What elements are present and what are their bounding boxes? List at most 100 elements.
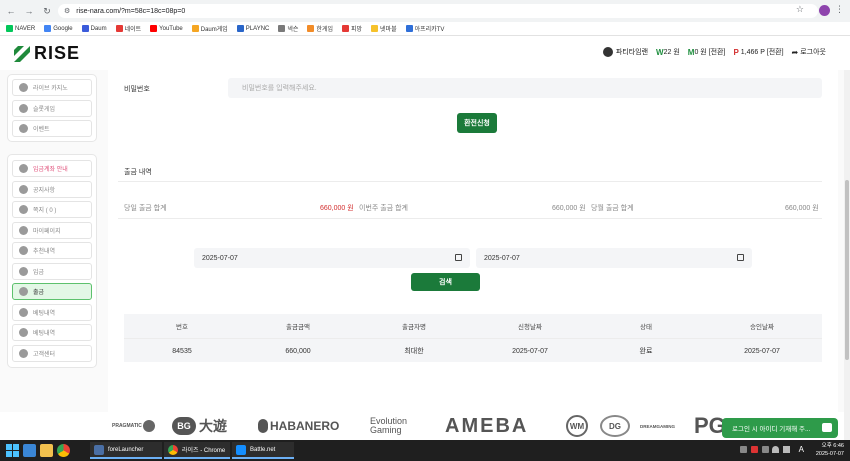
user-info: 파티타임랜 W 22 원 M 0 원 [전환] P 1,466 P [전환] ➦…	[595, 47, 826, 57]
search-label: 검색	[439, 279, 452, 286]
address-bar[interactable]: ⚙ rise-nara.com/?m=58c=18c=08p=0	[58, 4, 818, 18]
bookmark-item[interactable]: NAVER	[6, 25, 35, 32]
bookmark-item[interactable]: 넥슨	[278, 24, 298, 33]
sidebar-item[interactable]: 고객센터	[12, 344, 92, 362]
folder-icon[interactable]	[40, 444, 53, 457]
back-icon[interactable]: ←	[4, 4, 18, 18]
site-logo[interactable]: RISE	[14, 43, 80, 64]
table-row: 84535 660,000 최대한 2025-07-07 완료 2025-07-07	[124, 338, 822, 362]
bookmark-item[interactable]: 피망	[341, 24, 362, 33]
m-value: 0 원 [전환]	[694, 49, 726, 56]
withdraw-request-label: 환전신청	[464, 120, 490, 127]
logout-icon: ➦	[791, 47, 799, 57]
logout-label: 로그아웃	[800, 49, 826, 56]
sidebar-item[interactable]: 베팅내역	[12, 303, 92, 321]
bookmark-item[interactable]: Daum게임	[191, 24, 228, 33]
provider-logo-habanero: HABANERO	[258, 414, 339, 438]
menu-icon	[19, 328, 28, 337]
sidebar-item[interactable]: 입금	[12, 262, 92, 280]
calendar-icon[interactable]	[737, 254, 744, 261]
bookmark-item[interactable]: 한게임	[307, 24, 333, 33]
sidebar-group-games: 라이브 카지노슬롯게임이벤트	[7, 74, 97, 142]
sidebar-item[interactable]: 이벤트	[12, 120, 92, 137]
menu-icon	[19, 287, 28, 296]
today-value: 660,000 원	[320, 205, 354, 212]
password-input[interactable]: 비밀번호를 입력해주세요.	[228, 78, 822, 98]
withdraw-stats: 당일 출금 합계 660,000 원 이번주 출금 합계 660,000 원 당…	[124, 203, 824, 213]
chat-bubble-icon[interactable]	[822, 423, 832, 432]
provider-logo-evolution: Evolution Gaming	[370, 416, 408, 435]
password-placeholder: 비밀번호를 입력해주세요.	[242, 85, 317, 92]
bookmark-item[interactable]: 넷마블	[371, 24, 397, 33]
sidebar-item[interactable]: 입금계좌 안내	[12, 160, 92, 177]
p-value: 1,466 P [전환]	[740, 49, 784, 56]
start-icon[interactable]	[6, 444, 19, 457]
menu-icon	[19, 83, 28, 92]
date-to-input[interactable]: 2025-07-07	[476, 248, 752, 268]
month-label: 당월 출금 합계	[591, 205, 634, 212]
bookmark-item[interactable]: YouTube	[150, 25, 183, 32]
reload-icon[interactable]: ↻	[40, 4, 54, 18]
taskbar-app-battlenet[interactable]: Battle.net	[232, 442, 294, 459]
sidebar-item[interactable]: 공지사항	[12, 180, 92, 198]
bookmark-item[interactable]: Google	[44, 25, 73, 32]
logout-button[interactable]: ➦ 로그아웃	[792, 47, 826, 57]
bookmark-favicon-icon	[44, 25, 52, 32]
tray-icon[interactable]	[750, 446, 758, 453]
file-explorer-icon[interactable]	[23, 444, 36, 457]
won-value: 22 원	[663, 49, 680, 56]
bookmark-star-icon[interactable]: ☆	[796, 4, 804, 15]
bookmark-favicon-icon	[307, 25, 315, 32]
sidebar-item[interactable]: 베팅내역	[12, 324, 92, 341]
clock-time: 오후 6:46	[821, 443, 844, 449]
sidebar-item[interactable]: 슬롯게임	[12, 99, 92, 117]
menu-icon	[19, 205, 28, 214]
url-text: rise-nara.com/?m=58c=18c=08p=0	[76, 7, 186, 15]
sidebar-item[interactable]: 마이페이지	[12, 221, 92, 239]
date-from-input[interactable]: 2025-07-07	[194, 248, 470, 268]
bookmark-item[interactable]: PLAYNC	[236, 25, 269, 32]
scrollbar-thumb[interactable]	[845, 180, 849, 360]
volume-icon[interactable]	[783, 446, 790, 453]
provider-logo-pragmatic: PRAGMATIC	[112, 414, 155, 438]
ime-indicator[interactable]: A	[799, 445, 804, 454]
sidebar-item[interactable]: 추천내역	[12, 242, 92, 259]
forward-icon[interactable]: →	[22, 4, 36, 18]
taskbar-app-forelauncher[interactable]: foreLauncher	[90, 442, 162, 459]
tray-icons	[740, 446, 790, 455]
bookmark-item[interactable]: 네이트	[115, 24, 141, 33]
bookmark-item[interactable]: Daum	[81, 25, 107, 32]
bookmark-favicon-icon	[6, 25, 13, 32]
site-info-icon[interactable]: ⚙	[64, 7, 70, 15]
tray-icon[interactable]	[740, 446, 747, 453]
sidebar-item[interactable]: 출금	[12, 283, 92, 300]
browser-toolbar: ← → ↻ ⚙ rise-nara.com/?m=58c=18c=08p=0 ☆…	[0, 0, 850, 22]
menu-icon	[19, 103, 28, 113]
menu-kebab-icon[interactable]: ⋮	[835, 4, 844, 15]
calendar-icon[interactable]	[455, 254, 462, 261]
habanero-icon	[258, 419, 268, 433]
bookmark-favicon-icon	[341, 25, 349, 32]
column-header: 신청날짜	[518, 324, 542, 331]
system-tray-clock[interactable]: 오후 6:46 2025-07-07	[816, 442, 844, 458]
search-button[interactable]: 검색	[411, 273, 480, 291]
profile-avatar[interactable]	[819, 5, 830, 16]
menu-icon	[19, 225, 28, 235]
taskbar-app-chrome[interactable]: 라이즈 - Chrome	[164, 442, 230, 459]
won-balance: W 22 원	[656, 47, 680, 57]
point-balance[interactable]: P 1,466 P [전환]	[733, 47, 783, 57]
wifi-icon[interactable]	[772, 446, 780, 453]
sidebar-item[interactable]: 쪽지 ( 0 )	[12, 201, 92, 218]
divider	[118, 181, 822, 182]
sidebar-item[interactable]: 라이브 카지노	[12, 79, 92, 96]
withdraw-request-button[interactable]: 환전신청	[457, 113, 497, 133]
tray-icon[interactable]	[761, 446, 769, 453]
bookmark-favicon-icon	[371, 25, 379, 32]
bookmark-item[interactable]: 아프리카TV	[405, 24, 444, 33]
clock-date: 2025-07-07	[815, 451, 844, 457]
chrome-icon[interactable]	[57, 444, 70, 457]
divider	[118, 218, 822, 219]
menu-icon	[19, 307, 28, 317]
chat-widget[interactable]: 로그인 시 아이디 기재해 주...	[722, 418, 838, 438]
m-balance[interactable]: M 0 원 [전환]	[688, 47, 726, 57]
